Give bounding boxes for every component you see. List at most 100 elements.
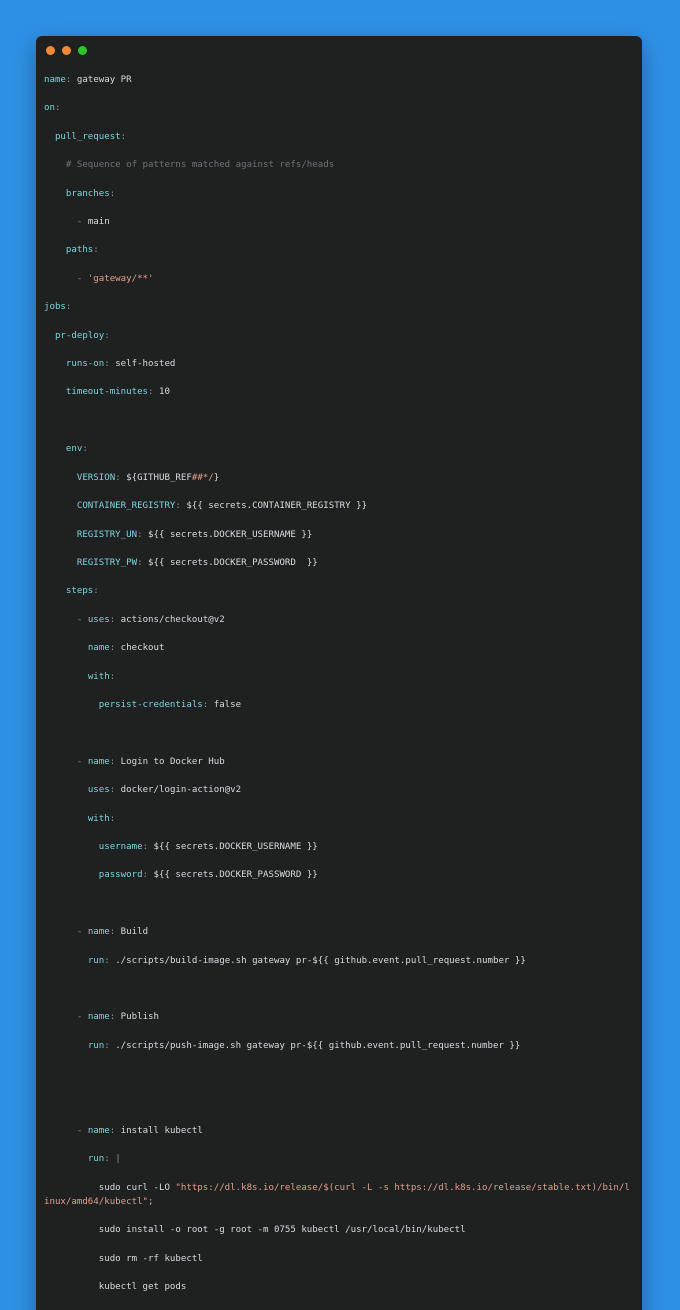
code-token: run <box>87 1154 105 1165</box>
maximize-icon[interactable] <box>78 45 87 55</box>
code-token: actions/checkout@v2 <box>120 614 225 625</box>
code-token: VERSION <box>76 472 116 483</box>
code-token: username <box>98 841 143 852</box>
code-line: run: ./scripts/push-image.sh gateway pr-… <box>44 1039 634 1053</box>
code-line: CONTAINER_REGISTRY: ${{ secrets.CONTAINE… <box>44 499 634 513</box>
code-token: # Sequence of patterns matched against r… <box>65 160 335 171</box>
code-line: paths: <box>44 243 634 257</box>
window-titlebar[interactable] <box>36 36 642 64</box>
code-line: pr-deploy: <box>44 329 634 343</box>
code-line: sudo install -o root -g root -m 0755 kub… <box>44 1223 634 1237</box>
code-token: REGISTRY_UN <box>76 529 138 540</box>
code-token: sudo rm -rf kubectl <box>44 1253 203 1264</box>
close-icon[interactable] <box>46 45 55 55</box>
code-token: ${{ secrets.DOCKER_PASSWORD }} <box>153 870 318 881</box>
code-line: - 'gateway/**' <box>44 272 634 286</box>
code-token: uses <box>87 785 110 796</box>
code-line: name: gateway PR <box>44 73 634 87</box>
code-token: Build <box>120 927 149 938</box>
code-token: docker/login-action@v2 <box>120 785 242 796</box>
code-line: - name: Publish <box>44 1010 634 1024</box>
code-token: 'gateway/**' <box>87 273 154 284</box>
code-token: REGISTRY_PW <box>76 557 138 568</box>
code-line: with: <box>44 812 634 826</box>
code-line: - name: Login to Docker Hub <box>44 755 634 769</box>
code-line: sudo rm -rf kubectl <box>44 1252 634 1266</box>
code-token: ${{ secrets.CONTAINER_REGISTRY }} <box>186 501 368 512</box>
code-token: timeout-minutes <box>65 387 149 398</box>
code-token: name <box>44 75 66 85</box>
code-line: env: <box>44 442 634 456</box>
code-token: : <box>137 557 149 568</box>
code-token: : <box>104 1154 116 1165</box>
code-line: password: ${{ secrets.DOCKER_PASSWORD }} <box>44 868 634 882</box>
code-token: : <box>109 1126 121 1137</box>
code-line: pull_request: <box>44 130 634 144</box>
code-token: : <box>104 359 116 370</box>
code-token: 10 <box>158 387 170 398</box>
code-line: on: <box>44 101 634 115</box>
code-token: runs-on <box>65 359 105 370</box>
code-line: timeout-minutes: 10 <box>44 385 634 399</box>
code-token: install kubectl <box>120 1126 203 1137</box>
code-token: paths <box>65 245 94 256</box>
code-token: - <box>76 273 88 284</box>
code-token: } <box>213 472 220 483</box>
code-token: - <box>76 614 88 625</box>
code-token: Publish <box>120 1012 159 1023</box>
code-token: : <box>120 131 127 142</box>
code-token: ${GITHUB_REF <box>126 472 192 483</box>
minimize-icon[interactable] <box>62 45 71 55</box>
code-block[interactable]: name: gateway PR on: pull_request: # Seq… <box>36 64 642 1310</box>
code-token: : <box>93 586 99 597</box>
code-token: pr-deploy <box>54 330 105 341</box>
code-token: on <box>44 103 55 114</box>
code-token: ${{ secrets.DOCKER_USERNAME }} <box>153 841 318 852</box>
code-token: with <box>87 813 110 824</box>
code-line: kubectl get pods <box>44 1280 634 1294</box>
code-token: ${{ secrets.DOCKER_USERNAME }} <box>148 529 313 540</box>
code-token: sudo install -o root -g root -m 0755 kub… <box>44 1225 466 1236</box>
code-token: : <box>104 330 110 341</box>
code-token: | <box>115 1154 121 1165</box>
code-token: branches <box>65 188 110 199</box>
code-token: with <box>87 671 110 682</box>
code-token: ./scripts/push-image.sh gateway pr-${{ g… <box>115 1040 521 1051</box>
code-token: run <box>87 955 105 966</box>
code-token: checkout <box>120 643 165 654</box>
code-token: name <box>87 927 110 938</box>
code-line: uses: docker/login-action@v2 <box>44 783 634 797</box>
code-token: : <box>104 955 116 966</box>
code-token: main <box>87 217 110 228</box>
code-line: - main <box>44 215 634 229</box>
code-line: branches: <box>44 187 634 201</box>
code-token: steps <box>65 586 94 597</box>
code-line: run: | <box>44 1152 634 1166</box>
code-token: : <box>109 643 121 654</box>
code-token: : <box>109 188 116 199</box>
code-token: : <box>142 870 154 881</box>
code-token: gateway PR <box>76 75 132 85</box>
code-line: - name: install kubectl <box>44 1124 634 1138</box>
code-token: : <box>109 756 121 767</box>
code-line: steps: <box>44 584 634 598</box>
code-line: REGISTRY_UN: ${{ secrets.DOCKER_USERNAME… <box>44 528 634 542</box>
code-line: runs-on: self-hosted <box>44 357 634 371</box>
